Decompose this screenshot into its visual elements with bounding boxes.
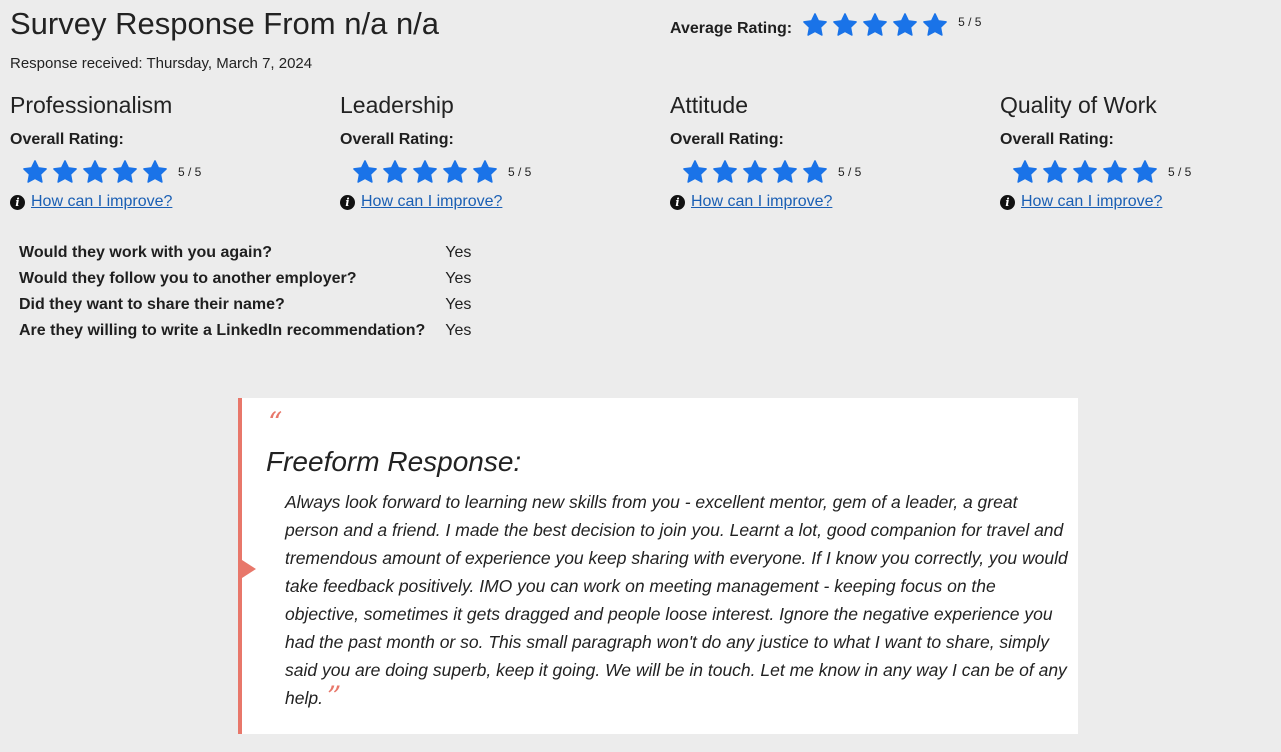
rating-stars: 5 / 5: [16, 157, 310, 187]
freeform-text: Always look forward to learning new skil…: [285, 492, 1068, 708]
average-rating: Average Rating: 5 / 5: [670, 12, 981, 38]
how-can-i-improve-link[interactable]: How can I improve?: [31, 193, 172, 211]
star-icon: [143, 160, 167, 183]
star-icon: [833, 13, 857, 36]
category-leadership: Leadership Overall Rating: 5 / 5 i How c…: [340, 92, 640, 211]
star-icon: [413, 160, 437, 183]
freeform-response-card: “ Freeform Response: Always look forward…: [238, 398, 1078, 734]
question-text: Would they follow you to another employe…: [19, 270, 357, 287]
question-text: Would they work with you again?: [19, 244, 273, 261]
response-date: Response received: Thursday, March 7, 20…: [10, 55, 313, 72]
question-row: Would they work with you again? Yes: [19, 240, 471, 266]
rating-stars: 5 / 5: [346, 157, 640, 187]
answer-text: Yes: [445, 296, 472, 313]
star-icon: [53, 160, 77, 183]
question-row: Are they willing to write a LinkedIn rec…: [19, 318, 471, 344]
average-score: 5 / 5: [958, 15, 982, 29]
question-row: Did they want to share their name? Yes: [19, 292, 471, 318]
star-icon: [713, 160, 737, 183]
question-text: Are they willing to write a LinkedIn rec…: [19, 322, 426, 339]
overall-rating-label: Overall Rating:: [10, 131, 124, 148]
star-icon: [803, 13, 827, 36]
rating-score: 5 / 5: [178, 165, 202, 179]
star-icon: [1133, 160, 1157, 183]
star-icon: [1043, 160, 1067, 183]
category-title: Professionalism: [10, 92, 173, 118]
average-stars: [802, 12, 952, 38]
average-rating-label: Average Rating:: [670, 20, 793, 37]
star-icon: [353, 160, 377, 183]
star-icon: [1103, 160, 1127, 183]
close-quote-icon: ”: [326, 680, 342, 713]
how-can-i-improve-link[interactable]: How can I improve?: [691, 193, 832, 211]
category-title: Quality of Work: [1000, 92, 1157, 118]
star-icon: [743, 160, 767, 183]
rating-score: 5 / 5: [838, 165, 862, 179]
improve-row: i How can I improve?: [340, 193, 640, 211]
how-can-i-improve-link[interactable]: How can I improve?: [1021, 193, 1162, 211]
freeform-heading: Freeform Response:: [266, 446, 522, 477]
how-can-i-improve-link[interactable]: How can I improve?: [361, 193, 502, 211]
rating-stars: 5 / 5: [676, 157, 970, 187]
page-title: Survey Response From n/a n/a: [10, 6, 440, 41]
star-icon: [923, 13, 947, 36]
quote-pointer-icon: [242, 560, 256, 578]
star-icon: [773, 160, 797, 183]
info-icon: i: [670, 194, 685, 210]
answer-text: Yes: [445, 270, 472, 287]
info-icon: i: [340, 194, 355, 210]
star-icon: [683, 160, 707, 183]
overall-rating-label: Overall Rating:: [670, 131, 784, 148]
rating-stars: 5 / 5: [1006, 157, 1281, 187]
star-icon: [443, 160, 467, 183]
category-professionalism: Professionalism Overall Rating: 5 / 5 i …: [10, 92, 310, 211]
open-quote-icon: “: [268, 406, 283, 439]
star-icon: [893, 13, 917, 36]
answer-text: Yes: [445, 244, 472, 261]
overall-rating-label: Overall Rating:: [1000, 131, 1114, 148]
category-attitude: Attitude Overall Rating: 5 / 5 i How can…: [670, 92, 970, 211]
star-icon: [863, 13, 887, 36]
question-row: Would they follow you to another employe…: [19, 266, 471, 292]
improve-row: i How can I improve?: [10, 193, 310, 211]
star-icon: [473, 160, 497, 183]
info-icon: i: [1000, 194, 1015, 210]
overall-rating-label: Overall Rating:: [340, 131, 454, 148]
improve-row: i How can I improve?: [670, 193, 970, 211]
improve-row: i How can I improve?: [1000, 193, 1281, 211]
star-icon: [803, 160, 827, 183]
star-icon: [383, 160, 407, 183]
rating-score: 5 / 5: [508, 165, 532, 179]
star-icon: [23, 160, 47, 183]
star-icon: [1013, 160, 1037, 183]
questions-table: Would they work with you again? Yes Woul…: [19, 240, 471, 344]
star-icon: [1073, 160, 1097, 183]
freeform-text-block: Always look forward to learning new skil…: [285, 488, 1070, 712]
category-quality-of-work: Quality of Work Overall Rating: 5 / 5 i …: [1000, 92, 1281, 211]
info-icon: i: [10, 194, 25, 210]
rating-score: 5 / 5: [1168, 165, 1192, 179]
question-text: Did they want to share their name?: [19, 296, 285, 313]
star-icon: [83, 160, 107, 183]
category-title: Leadership: [340, 92, 454, 118]
category-title: Attitude: [670, 92, 748, 118]
star-icon: [113, 160, 137, 183]
answer-text: Yes: [445, 322, 472, 339]
